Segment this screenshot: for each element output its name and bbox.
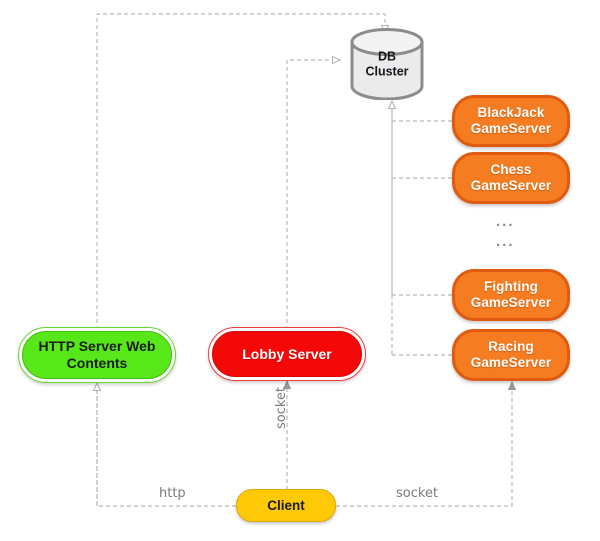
edge-lobby-to-db (286, 60, 340, 330)
racing-gameserver[interactable]: Racing GameServer (452, 329, 570, 381)
http-server-label: HTTP Server Web Contents (38, 338, 156, 371)
edge-label-http: http (159, 486, 186, 501)
edge-client-http-db-rail (96, 13, 385, 507)
lobby-server-body: Lobby Server (212, 331, 362, 377)
http-server[interactable]: HTTP Server Web Contents (18, 327, 176, 383)
fighting-gameserver-label: Fighting GameServer (470, 279, 552, 310)
chess-gameserver[interactable]: Chess GameServer (452, 152, 570, 204)
chess-gameserver-label: Chess GameServer (470, 162, 552, 193)
http-server-body: HTTP Server Web Contents (22, 331, 172, 379)
racing-gameserver-label: Racing GameServer (470, 339, 552, 370)
ellipsis-row-2: ... (496, 233, 515, 250)
blackjack-gameserver[interactable]: BlackJack GameServer (452, 95, 570, 147)
db-cluster[interactable]: DB Cluster (348, 28, 426, 101)
architecture-diagram: DB Cluster BlackJack GameServer Chess Ga… (0, 0, 600, 541)
edge-label-socket-gameserver: socket (396, 486, 439, 501)
lobby-server[interactable]: Lobby Server (208, 327, 366, 381)
lobby-server-label: Lobby Server (242, 346, 332, 362)
fighting-gameserver[interactable]: Fighting GameServer (452, 269, 570, 321)
ellipsis-row-1: ... (496, 213, 515, 230)
client[interactable]: Client (236, 489, 336, 522)
client-label: Client (267, 497, 305, 513)
blackjack-gameserver-label: BlackJack GameServer (470, 105, 552, 136)
edge-label-socket-lobby: socket (274, 386, 289, 429)
db-cylinder-icon (350, 28, 424, 101)
